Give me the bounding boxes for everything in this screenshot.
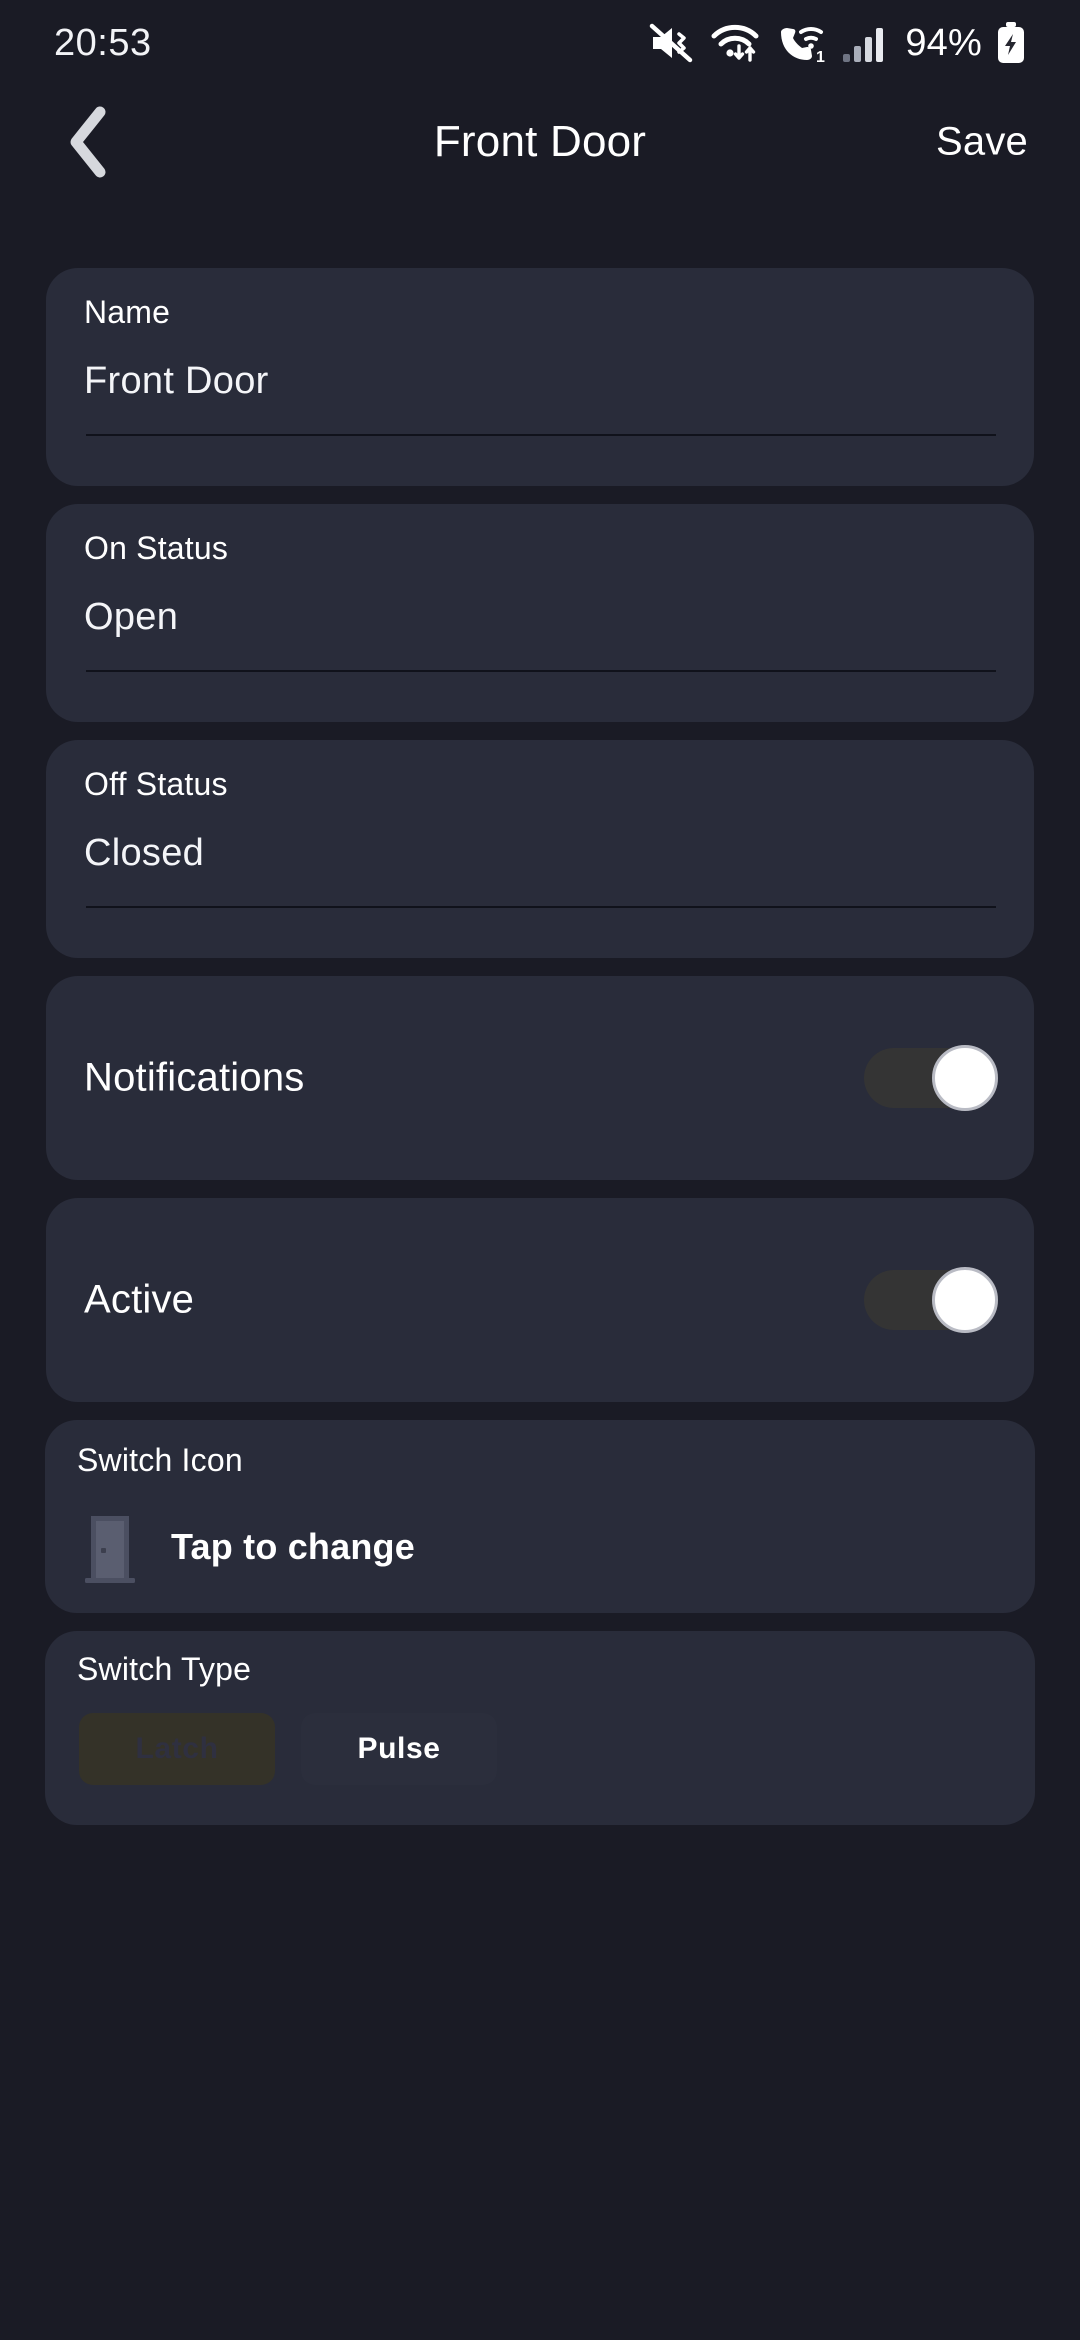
battery-charging-icon [998,22,1024,63]
status-bar: 20:53 1 94% [0,0,1080,86]
name-field-label: Name [84,294,171,330]
cellular-signal-icon [843,28,884,62]
mute-vibrate-icon [650,23,693,63]
device-screen: 20:53 1 94% Front Door Save Name Front D… [0,0,1080,2340]
status-bar-clock: 20:53 [54,21,152,64]
switch-type-card: Switch Type Latch Pulse [45,1631,1035,1825]
save-button[interactable]: Save [936,120,1028,165]
name-field-card[interactable]: Name Front Door [46,268,1034,486]
chevron-left-icon [70,106,106,178]
active-toggle-thumb [932,1267,998,1333]
settings-list: Name Front Door On Status Open Off Statu… [0,268,1080,1843]
active-toggle[interactable] [864,1267,998,1333]
page-title: Front Door [433,117,647,166]
switch-icon-hint: Tap to change [171,1526,415,1567]
active-label: Active [84,1277,195,1322]
switch-icon-card[interactable]: Switch Icon Tap to change [45,1420,1035,1613]
switch-type-label: Switch Type [77,1651,252,1687]
svg-text:1: 1 [816,49,825,64]
notifications-row[interactable]: Notifications [46,976,1034,1180]
switch-icon-label: Switch Icon [77,1442,243,1478]
battery-percent-label: 94% [905,21,982,64]
active-row[interactable]: Active [46,1198,1034,1402]
switch-type-options: Latch Pulse [79,1713,497,1785]
off-status-underline [86,906,996,908]
name-input-underline [86,434,996,436]
app-header: Front Door Save [0,86,1080,198]
status-bar-icons: 1 94% [649,21,1026,65]
on-status-field-card[interactable]: On Status Open [46,504,1034,722]
wifi-calling-icon: 1 [781,26,825,64]
on-status-input[interactable]: Open [84,596,178,639]
off-status-field-card[interactable]: Off Status Closed [46,740,1034,958]
switch-type-latch-button[interactable]: Latch [79,1713,275,1785]
notifications-toggle[interactable] [864,1045,998,1111]
switch-icon-picker[interactable]: Tap to change [79,1508,415,1586]
door-icon [85,1516,135,1583]
on-status-label: On Status [84,530,229,566]
wifi-data-icon [711,24,759,62]
off-status-label: Off Status [84,766,228,802]
on-status-underline [86,670,996,672]
off-status-input[interactable]: Closed [84,832,204,875]
notifications-toggle-thumb [932,1045,998,1111]
back-button[interactable] [52,106,124,178]
name-input[interactable]: Front Door [84,360,269,403]
switch-type-pulse-button[interactable]: Pulse [301,1713,497,1785]
notifications-label: Notifications [84,1055,305,1100]
